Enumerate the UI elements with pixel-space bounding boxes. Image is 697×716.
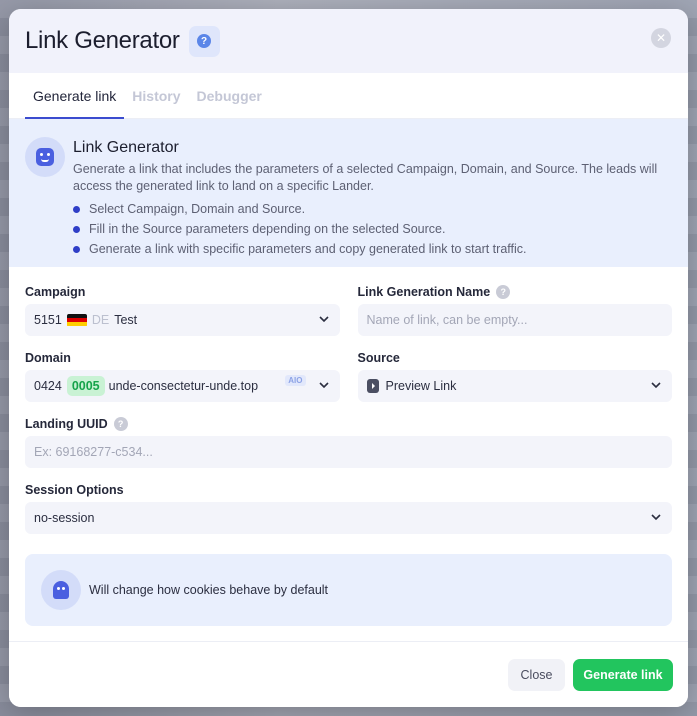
cookie-notice: Will change how cookies behave by defaul… (25, 554, 672, 626)
notice-text: Will change how cookies behave by defaul… (89, 583, 329, 597)
info-panel: Link Generator Generate a link that incl… (9, 119, 688, 267)
info-icon-wrap (25, 137, 65, 177)
session-select[interactable]: no-session (25, 502, 672, 534)
question-icon[interactable]: ? (113, 417, 128, 431)
bot-face-icon (36, 148, 54, 166)
source-value: Preview Link (385, 379, 457, 393)
tab-generate-link[interactable]: Generate link (25, 73, 125, 119)
chevron-down-icon (651, 514, 661, 521)
chevron-down-icon (651, 382, 661, 389)
domain-select[interactable]: 0424 0005 unde-consectetur-unde.top AIO (25, 370, 340, 402)
link-form: Campaign 5151 DE Test Link Generation Na… (9, 267, 688, 626)
source-label: Source (357, 351, 400, 365)
ghost-icon (53, 581, 69, 599)
info-list: Select Campaign, Domain and Source. Fill… (73, 199, 672, 259)
domain-id: 0424 (34, 379, 62, 393)
modal-header: Link Generator ? ✕ (9, 9, 688, 73)
landing-uuid-placeholder: Ex: 69168277-c534... (34, 445, 153, 459)
campaign-id: 5151 (34, 313, 62, 327)
link-name-placeholder: Name of link, can be empty... (366, 313, 528, 327)
domain-label: Domain (25, 351, 71, 365)
close-button[interactable]: Close (508, 658, 565, 691)
info-title: Link Generator (73, 139, 179, 156)
germany-flag-icon (66, 313, 87, 327)
aio-tag: AIO (285, 375, 306, 386)
chevron-down-icon (318, 316, 329, 323)
source-select[interactable]: Preview Link (357, 370, 672, 402)
bullet-icon (73, 245, 80, 253)
session-label: Session Options (25, 483, 124, 497)
landing-uuid-input[interactable]: Ex: 69168277-c534... (25, 436, 672, 468)
link-name-input[interactable]: Name of link, can be empty... (357, 304, 672, 336)
bullet-icon (73, 205, 80, 213)
tab-history[interactable]: History (124, 73, 188, 119)
help-button[interactable]: ? (188, 25, 220, 57)
link-generator-modal: Link Generator ? ✕ Generate link History… (9, 9, 688, 707)
modal-footer: Close Generate link (9, 641, 688, 707)
landing-uuid-label: Landing UUID? (25, 416, 672, 432)
campaign-name: Test (114, 313, 138, 327)
notice-icon-wrap (41, 570, 81, 610)
domain-badge: 0005 (66, 376, 105, 396)
tab-bar: Generate link History Debugger (9, 73, 688, 119)
chevron-down-icon (318, 382, 329, 389)
generate-link-button[interactable]: Generate link (573, 658, 673, 691)
info-body: Link Generator Generate a link that incl… (73, 137, 672, 256)
list-item: Select Campaign, Domain and Source. (73, 199, 672, 219)
info-description: Generate a link that includes the parame… (73, 162, 658, 193)
session-value: no-session (34, 511, 95, 525)
play-box-icon (366, 379, 379, 393)
list-item: Generate a link with specific parameters… (73, 239, 672, 259)
campaign-country: DE (91, 313, 110, 327)
close-icon[interactable]: ✕ (651, 28, 671, 48)
campaign-select[interactable]: 5151 DE Test (25, 304, 340, 336)
list-item: Fill in the Source parameters depending … (73, 219, 672, 239)
campaign-label: Campaign (25, 285, 86, 299)
link-name-label: Link Generation Name? (358, 284, 673, 300)
domain-name: unde-consectetur-unde.top (108, 379, 259, 393)
question-icon[interactable]: ? (496, 285, 511, 299)
question-icon: ? (197, 34, 212, 48)
tab-debugger[interactable]: Debugger (189, 73, 270, 119)
modal-title: Link Generator (25, 27, 180, 54)
bullet-icon (73, 225, 80, 233)
